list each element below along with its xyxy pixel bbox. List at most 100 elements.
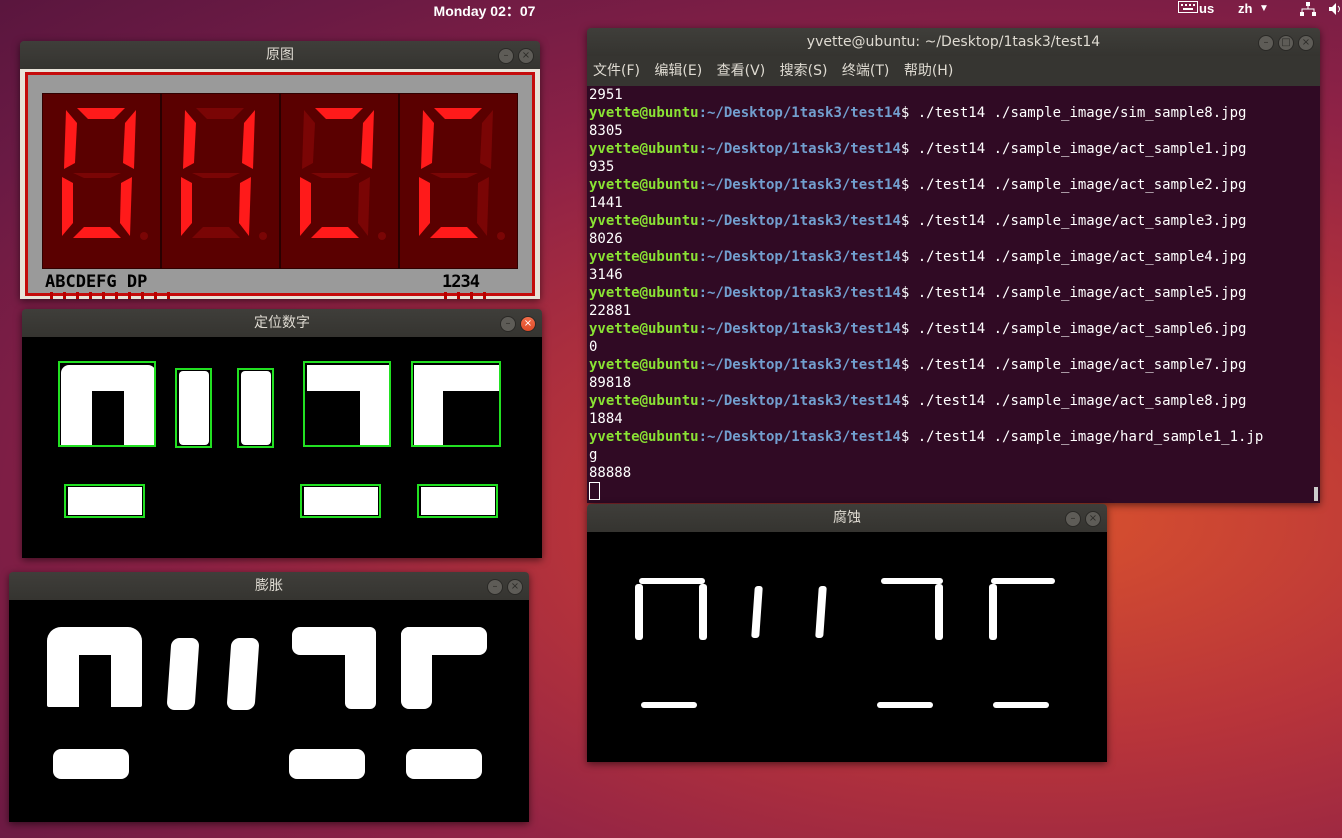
blob [989,584,997,640]
minimize-button[interactable]: – [1258,35,1274,51]
keyboard-layout[interactable]: us [1199,1,1214,16]
keyboard-icon[interactable] [1178,1,1198,16]
dropdown-icon[interactable]: ▼ [1259,3,1269,14]
blob [815,586,827,638]
segment-labels-left: ABCDEFG DP [45,272,148,292]
prompt-path: :~/Desktop/1task3/test14 [698,321,901,337]
command-line: yvette@ubuntu:~/Desktop/1task3/test14$ .… [589,428,1320,446]
close-button[interactable]: × [520,316,536,332]
prompt-path: :~/Desktop/1task3/test14 [698,357,901,373]
clock[interactable]: Monday 02：07 [0,1,969,21]
input-method[interactable]: zh [1238,1,1252,16]
minimize-button[interactable]: – [487,579,503,595]
command-text: ./test14 ./sample_image/act_sample4.jpg [917,249,1247,265]
maximize-button[interactable]: □ [1278,35,1294,51]
command-text: ./test14 ./sample_image/act_sample8.jpg [917,393,1247,409]
output-line: 8026 [589,231,623,247]
menu-edit[interactable]: 编辑(E) [654,63,702,79]
segment-labels-right: 1234 [442,272,480,292]
blob-hole [79,655,111,711]
window-title[interactable]: 原图 [20,41,540,69]
prompt-path: :~/Desktop/1task3/test14 [698,141,901,157]
bounding-box [237,368,274,448]
bounding-box [175,368,212,448]
scrollbar[interactable] [1314,487,1318,501]
terminal-output[interactable]: 2951 yvette@ubuntu:~/Desktop/1task3/test… [587,86,1320,503]
close-button[interactable]: × [1085,511,1101,527]
erode-window: 腐蚀 – × [587,504,1107,762]
terminal-window: yvette@ubuntu: ~/Desktop/1task3/test14 –… [587,28,1320,503]
command-text: ./test14 ./sample_image/sim_sample8.jpg [917,105,1247,121]
output-line: 935 [589,159,615,175]
prompt-suffix: $ [900,429,918,445]
prompt-user: yvette@ubuntu [589,249,699,265]
close-button[interactable]: × [1298,35,1314,51]
pins-right [444,292,496,299]
output-line: 22881 [589,303,632,319]
erode-canvas [587,532,1107,762]
locate-canvas [22,337,542,558]
blob [991,578,1055,584]
output-line: 8305 [589,123,623,139]
pins-left [50,292,180,299]
top-panel: Monday 02：07 us zh ▼ [0,0,1342,22]
blob [751,586,763,638]
blob [289,749,365,779]
window-title[interactable]: yvette@ubuntu: ~/Desktop/1task3/test14 [587,28,1320,56]
window-title[interactable]: 腐蚀 [587,504,1107,532]
blob [406,749,482,779]
command-line: yvette@ubuntu:~/Desktop/1task3/test14$ .… [589,212,1320,230]
output-line: 89818 [589,375,632,391]
blob [345,627,376,709]
network-icon[interactable] [1300,2,1316,19]
prompt-suffix: $ [900,357,918,373]
window-title[interactable]: 定位数字 [22,309,542,337]
original-image-window: 原图 – × ABCDEFG DP 1234 [20,41,540,299]
command-line: yvette@ubuntu:~/Desktop/1task3/test14$ .… [589,284,1320,302]
menu-terminal[interactable]: 终端(T) [842,63,889,79]
blob [53,749,129,779]
seven-segment-display [42,93,518,269]
bounding-box [64,484,145,518]
blob [881,578,943,584]
window-title[interactable]: 膨胀 [9,572,529,600]
menu-search[interactable]: 搜索(S) [780,63,828,79]
close-button[interactable]: × [518,48,534,64]
prompt-suffix: $ [900,285,918,301]
bounding-box [300,484,381,518]
blob [639,578,705,584]
command-line: yvette@ubuntu:~/Desktop/1task3/test14$ .… [589,140,1320,158]
command-line: yvette@ubuntu:~/Desktop/1task3/test14$ .… [589,176,1320,194]
locate-digits-window: 定位数字 – × [22,309,542,558]
minimize-button[interactable]: – [1065,511,1081,527]
blob [641,702,697,708]
output-line: 0 [589,339,598,355]
close-button[interactable]: × [507,579,523,595]
cursor [589,482,600,500]
decimal-point [259,232,267,240]
prompt-suffix: $ [900,141,918,157]
menu-file[interactable]: 文件(F) [593,63,640,79]
blob [993,702,1049,708]
command-text: ./test14 ./sample_image/act_sample5.jpg [917,285,1247,301]
decimal-point [497,232,505,240]
command-text: ./test14 ./sample_image/act_sample3.jpg [917,213,1247,229]
menu-help[interactable]: 帮助(H) [904,63,953,79]
minimize-button[interactable]: – [498,48,514,64]
output-line: 88888 [589,465,632,481]
prompt-suffix: $ [900,249,918,265]
decimal-point [378,232,386,240]
command-text: ./test14 ./sample_image/act_sample2.jpg [917,177,1247,193]
output-line: 3146 [589,267,623,283]
command-line: yvette@ubuntu:~/Desktop/1task3/test14$ .… [589,320,1320,338]
command-line: yvette@ubuntu:~/Desktop/1task3/test14$ .… [589,356,1320,374]
prompt-user: yvette@ubuntu [589,105,699,121]
prompt-user: yvette@ubuntu [589,357,699,373]
prompt-path: :~/Desktop/1task3/test14 [698,393,901,409]
command-text: ./test14 ./sample_image/act_sample1.jpg [917,141,1247,157]
menu-view[interactable]: 查看(V) [717,63,766,79]
prompt-user: yvette@ubuntu [589,429,699,445]
prompt-suffix: $ [900,177,918,193]
minimize-button[interactable]: – [500,316,516,332]
volume-icon[interactable] [1328,2,1342,19]
